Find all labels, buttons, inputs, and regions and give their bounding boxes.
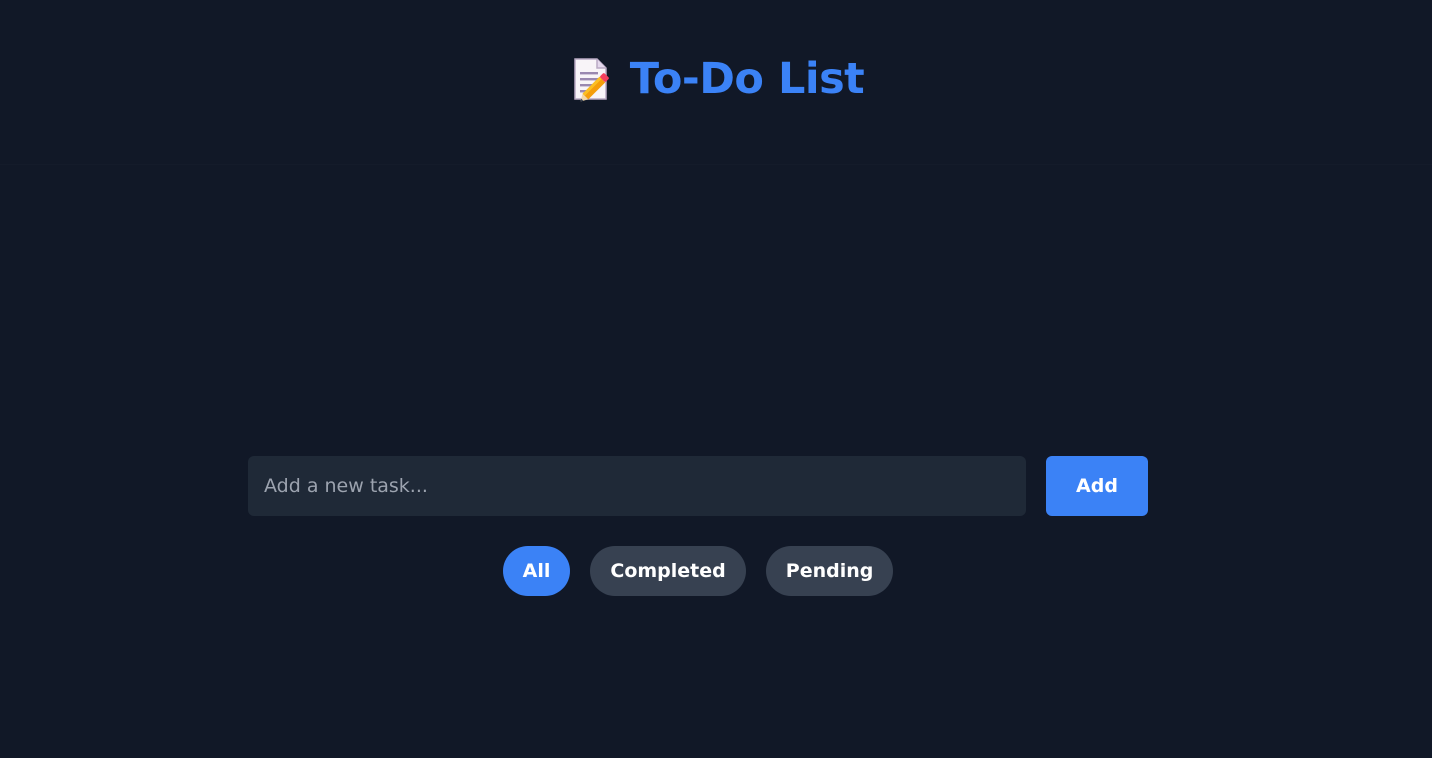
filter-all-button[interactable]: All bbox=[502, 546, 571, 596]
add-button[interactable]: Add bbox=[1046, 456, 1148, 516]
app-header: To-Do List bbox=[0, 0, 1432, 165]
task-input[interactable] bbox=[248, 456, 1026, 516]
memo-icon bbox=[573, 57, 609, 102]
add-task-form: Add bbox=[248, 456, 1148, 516]
filter-completed-button[interactable]: Completed bbox=[590, 546, 746, 596]
page-title: To-Do List bbox=[629, 53, 865, 104]
filter-pending-button[interactable]: Pending bbox=[765, 546, 894, 596]
filter-bar: All Completed Pending bbox=[0, 546, 1396, 596]
title-group: To-Do List bbox=[568, 54, 865, 104]
